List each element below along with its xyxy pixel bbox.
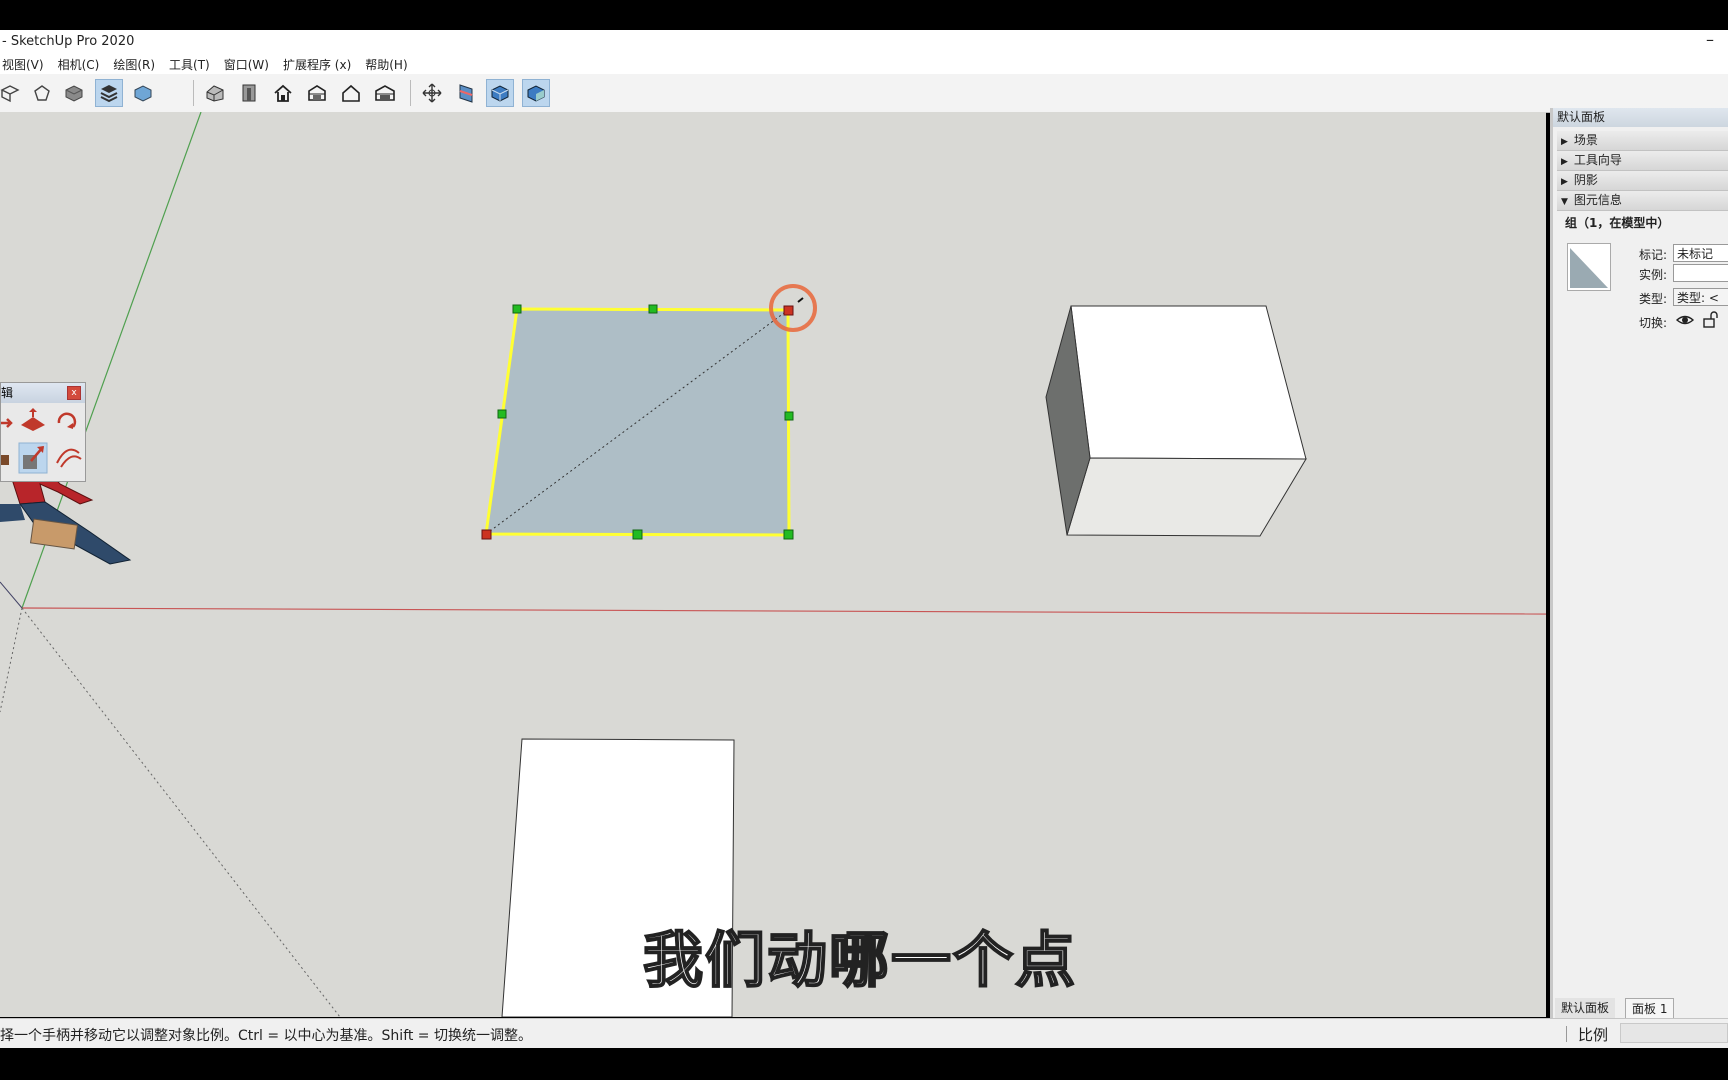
status-separator: [1566, 1026, 1567, 1042]
default-tray-panel: 默认面板 ▶ 场景 ▶ 工具向导 ▶ 阴影 ▼ 图元信息 组（1，在模型中） 标记: 未…: [1550, 108, 1728, 1020]
layers-icon[interactable]: [95, 79, 123, 107]
grip-handle: [784, 411, 794, 421]
section-cut-icon[interactable]: [522, 79, 550, 107]
grip-handle-active: [783, 305, 794, 316]
panel-tabs: 默认面板 面板 1: [1553, 996, 1728, 1020]
window-title: - SketchUp Pro 2020: [2, 34, 135, 49]
house-left-icon[interactable]: [371, 79, 399, 107]
tag-dropdown[interactable]: 未标记: [1673, 244, 1728, 262]
instance-label: 实例:: [1638, 268, 1667, 282]
title-bar: - SketchUp Pro 2020 –: [0, 30, 1728, 54]
entity-info-title: 组（1，在模型中）: [1565, 216, 1670, 230]
lock-icon[interactable]: [1701, 310, 1721, 330]
type-dropdown[interactable]: 类型: <: [1673, 288, 1728, 306]
section-fill-icon[interactable]: [486, 79, 514, 107]
selected-group: [481, 284, 817, 540]
panel-title: 默认面板: [1553, 108, 1728, 127]
grip-handle: [648, 304, 658, 314]
toggle-label: 切换:: [1638, 316, 1667, 330]
offset-icon[interactable]: [56, 448, 82, 468]
top-view-icon[interactable]: [28, 79, 56, 107]
orbit-icon[interactable]: [418, 79, 446, 107]
visibility-eye-icon[interactable]: [1675, 310, 1695, 330]
section-instructor[interactable]: ▶ 工具向导: [1557, 151, 1728, 171]
house-right-icon[interactable]: [303, 79, 331, 107]
iso-view-icon[interactable]: [0, 79, 24, 107]
menu-help[interactable]: 帮助(H): [365, 56, 407, 73]
move-icon[interactable]: [1, 418, 13, 428]
scale-icon[interactable]: [18, 442, 48, 474]
measurements-label: 比例: [1578, 1026, 1609, 1044]
tag-label: 标记:: [1638, 248, 1667, 262]
menu-bar: 视图(V) 相机(C) 绘图(R) 工具(T) 窗口(W) 扩展程序 (x) 帮…: [0, 54, 1728, 74]
grip-handle-active: [481, 529, 492, 540]
section-scenes[interactable]: ▶ 场景: [1557, 131, 1728, 151]
follow-me-icon[interactable]: [1, 455, 9, 465]
measurements-input[interactable]: [1620, 1023, 1728, 1043]
shaded-icon[interactable]: [60, 79, 88, 107]
section-icon[interactable]: [452, 79, 480, 107]
edit-toolbar-header[interactable]: 辑 x: [1, 383, 85, 403]
menu-draw[interactable]: 绘图(R): [113, 56, 155, 73]
bottom-black-bar: [0, 1048, 1728, 1080]
rotate-icon[interactable]: [57, 412, 77, 429]
grip-handle: [497, 409, 507, 419]
tab-default-panel[interactable]: 默认面板: [1555, 998, 1616, 1018]
tab-panel-1[interactable]: 面板 1: [1625, 998, 1675, 1020]
instance-input[interactable]: [1673, 264, 1728, 282]
main-toolbar: [0, 74, 1728, 113]
expand-arrow-icon: ▶: [1561, 137, 1568, 147]
modeling-viewport[interactable]: [0, 112, 1546, 1017]
collapse-arrow-icon: ▼: [1561, 197, 1568, 207]
expand-arrow-icon: ▶: [1561, 177, 1568, 187]
entity-thumbnail: [1567, 243, 1611, 291]
house-front-icon[interactable]: [235, 79, 263, 107]
section-entity-info[interactable]: ▼ 图元信息: [1557, 191, 1728, 211]
minimize-button[interactable]: –: [1706, 30, 1714, 49]
push-pull-icon[interactable]: [21, 408, 45, 431]
section-shadows[interactable]: ▶ 阴影: [1557, 171, 1728, 191]
house-icon[interactable]: [269, 79, 297, 107]
status-bar: 择一个手柄并移动它以调整对象比例。Ctrl = 以中心为基准。Shift = 切…: [0, 1018, 1728, 1049]
menu-extensions[interactable]: 扩展程序 (x): [283, 56, 351, 73]
expand-arrow-icon: ▶: [1561, 157, 1568, 167]
blue-axis-dashed: [21, 607, 341, 1017]
type-label: 类型:: [1638, 292, 1667, 306]
menu-camera[interactable]: 相机(C): [58, 56, 100, 73]
cube-model: [1045, 305, 1307, 537]
grip-handle: [512, 304, 522, 314]
grip-handle: [783, 529, 794, 540]
top-black-bar: [0, 0, 1728, 30]
house-iso-icon[interactable]: [201, 79, 229, 107]
menu-tools[interactable]: 工具(T): [169, 56, 210, 73]
edit-toolbar-window: 辑 x: [0, 382, 86, 482]
edit-toolbar-title: 辑: [1, 386, 14, 400]
menu-window[interactable]: 窗口(W): [224, 56, 269, 73]
house-back-icon[interactable]: [337, 79, 365, 107]
video-subtitle: 我们动哪一个点: [642, 925, 1077, 997]
close-icon[interactable]: x: [67, 386, 81, 400]
menu-view[interactable]: 视图(V): [2, 56, 44, 73]
grip-handle: [632, 529, 643, 540]
status-hint-text: 择一个手柄并移动它以调整对象比例。Ctrl = 以中心为基准。Shift = 切…: [0, 1028, 532, 1044]
red-axis: [21, 607, 1546, 615]
xray-icon[interactable]: [129, 79, 157, 107]
